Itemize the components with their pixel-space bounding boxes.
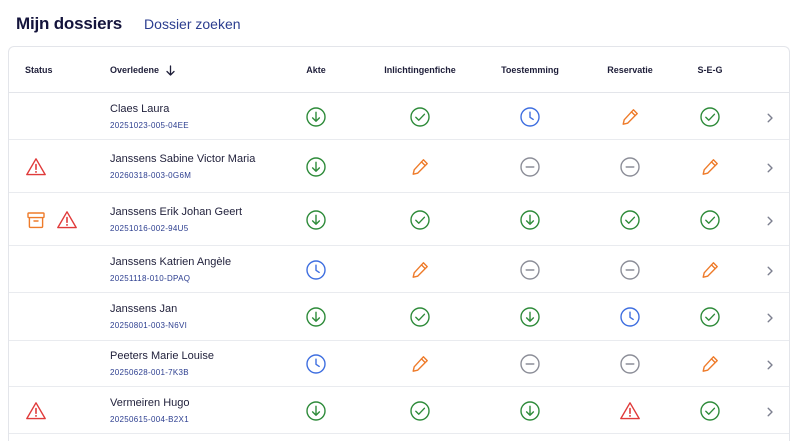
seg-pencil-icon[interactable] [699, 259, 721, 281]
table-row[interactable]: Peeters Marie Louise 20250628-001-7K3B [9, 341, 789, 387]
table-row[interactable]: Claes Laura 20251023-005-04EE [9, 93, 789, 140]
table-body: Claes Laura 20251023-005-04EE Janssens Sab… [9, 93, 789, 434]
dossier-code: 20251023-005-04EE [110, 120, 189, 130]
chevron-right-icon[interactable] [764, 405, 776, 417]
dossier-code: 20250615-004-B2X1 [110, 414, 189, 424]
inlichtingenfiche-check-circle-icon[interactable] [409, 209, 431, 231]
column-header-akte: Akte [306, 65, 326, 75]
deceased-name: Janssens Erik Johan Geert [110, 205, 243, 218]
page-header: Mijn dossiers Dossier zoeken [16, 14, 241, 38]
chevron-right-icon[interactable] [764, 111, 776, 123]
column-header-toestemming: Toestemming [501, 65, 559, 75]
reservatie-check-circle-icon[interactable] [619, 209, 641, 231]
toestemming-download-circle-icon[interactable] [519, 400, 541, 422]
reservatie-clock-icon[interactable] [619, 306, 641, 328]
column-header-overledene[interactable]: Overledene [110, 65, 175, 78]
table-row[interactable]: Janssens Katrien Angèle 20251118-010-DPAQ [9, 246, 789, 293]
dossiers-table: Status Overledene Akte Inlichtingenfiche… [8, 46, 790, 441]
seg-check-circle-icon[interactable] [699, 106, 721, 128]
chevron-right-icon[interactable] [764, 214, 776, 226]
column-header-reservatie: Reservatie [607, 65, 653, 75]
seg-check-circle-icon[interactable] [699, 400, 721, 422]
seg-check-circle-icon[interactable] [699, 209, 721, 231]
inlichtingenfiche-check-circle-icon[interactable] [409, 400, 431, 422]
akte-clock-icon[interactable] [305, 259, 327, 281]
seg-check-circle-icon[interactable] [699, 306, 721, 328]
akte-clock-icon[interactable] [305, 353, 327, 375]
toestemming-minus-circle-icon[interactable] [519, 353, 541, 375]
seg-pencil-icon[interactable] [699, 156, 721, 178]
table-row[interactable]: Janssens Erik Johan Geert 20251016-002-94… [9, 193, 789, 246]
toestemming-download-circle-icon[interactable] [519, 209, 541, 231]
akte-download-circle-icon[interactable] [305, 306, 327, 328]
akte-download-circle-icon[interactable] [305, 209, 327, 231]
column-header-overledene-label: Overledene [110, 65, 160, 75]
table-row[interactable]: Vermeiren Hugo 20250615-004-B2X1 [9, 387, 789, 434]
arrow-down-icon[interactable] [166, 65, 175, 78]
toestemming-minus-circle-icon[interactable] [519, 156, 541, 178]
dossier-code: 20250628-001-7K3B [110, 368, 189, 377]
chevron-right-icon[interactable] [764, 311, 776, 323]
table-row[interactable]: Janssens Sabine Victor Maria 20260318-003… [9, 140, 789, 193]
reservatie-warning-icon[interactable] [619, 400, 641, 422]
status-warning-icon [25, 156, 47, 178]
inlichtingenfiche-pencil-icon[interactable] [409, 353, 431, 375]
dossier-search-link[interactable]: Dossier zoeken [144, 16, 241, 32]
column-header-inlichtingenfiche: Inlichtingenfiche [384, 65, 456, 75]
akte-download-circle-icon[interactable] [305, 400, 327, 422]
column-header-status: Status [25, 65, 53, 75]
reservatie-pencil-icon[interactable] [619, 106, 641, 128]
inlichtingenfiche-pencil-icon[interactable] [409, 156, 431, 178]
dossier-code: 20250801-003-N6VI [110, 321, 188, 330]
toestemming-download-circle-icon[interactable] [519, 306, 541, 328]
table-row[interactable]: Janssens Jan 20250801-003-N6VI [9, 293, 789, 341]
deceased-name: Peeters Marie Louise [110, 350, 214, 362]
dossier-code: 20251016-002-94U5 [110, 223, 189, 233]
reservatie-minus-circle-icon[interactable] [619, 353, 641, 375]
seg-pencil-icon[interactable] [699, 353, 721, 375]
status-warning-icon [56, 209, 78, 231]
deceased-name: Claes Laura [110, 102, 170, 115]
inlichtingenfiche-check-circle-icon[interactable] [409, 106, 431, 128]
reservatie-minus-circle-icon[interactable] [619, 259, 641, 281]
page-title: Mijn dossiers [16, 14, 123, 33]
table-header: Status Overledene Akte Inlichtingenfiche… [9, 47, 789, 93]
status-archive-icon [25, 209, 47, 231]
inlichtingenfiche-check-circle-icon[interactable] [409, 306, 431, 328]
deceased-name: Vermeiren Hugo [110, 396, 190, 409]
reservatie-minus-circle-icon[interactable] [619, 156, 641, 178]
toestemming-clock-icon[interactable] [519, 106, 541, 128]
deceased-name: Janssens Katrien Angèle [110, 255, 232, 268]
deceased-name: Janssens Sabine Victor Maria [110, 152, 256, 165]
chevron-right-icon[interactable] [764, 264, 776, 276]
column-header-seg: S-E-G [697, 65, 723, 75]
dossier-code: 20260318-003-0G6M [110, 170, 192, 180]
akte-download-circle-icon[interactable] [305, 156, 327, 178]
chevron-right-icon[interactable] [764, 161, 776, 173]
dossier-code: 20251118-010-DPAQ [110, 273, 191, 283]
inlichtingenfiche-pencil-icon[interactable] [409, 259, 431, 281]
chevron-right-icon[interactable] [764, 358, 776, 370]
deceased-name: Janssens Jan [110, 303, 178, 315]
akte-download-circle-icon[interactable] [305, 106, 327, 128]
toestemming-minus-circle-icon[interactable] [519, 259, 541, 281]
status-warning-icon [25, 400, 47, 422]
